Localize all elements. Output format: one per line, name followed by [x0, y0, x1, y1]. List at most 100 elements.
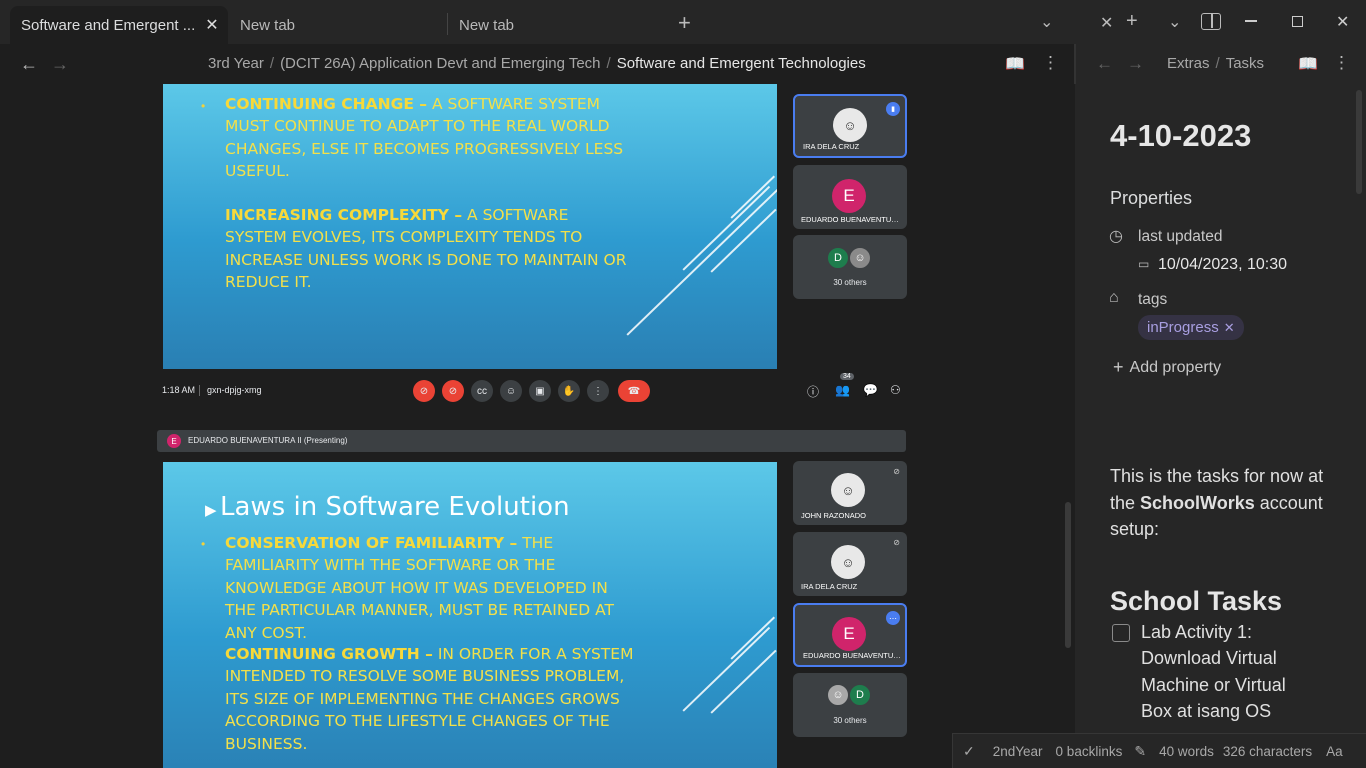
chevron-down-icon[interactable]: ⌄	[1168, 12, 1181, 32]
properties-heading[interactable]: Properties	[1110, 188, 1192, 209]
breadcrumb-item[interactable]: (DCIT 26A) Application Devt and Emerging…	[280, 55, 600, 72]
raise-hand-icon[interactable]: ✋	[558, 380, 580, 402]
breadcrumb-separator: /	[1215, 55, 1220, 72]
new-tab-icon[interactable]: +	[1126, 10, 1138, 33]
people-icon[interactable]: 👥	[835, 383, 850, 397]
status-bar: ✓ 2ndYear 0 backlinks ✎ 40 words 326 cha…	[952, 733, 1366, 768]
breadcrumb-item[interactable]: 3rd Year	[208, 55, 264, 72]
participant-tile[interactable]: ☺ ⊘ JOHN RAZONADO	[793, 461, 907, 525]
forward-arrow-icon[interactable]: →	[51, 54, 69, 75]
participant-tile[interactable]: E EDUARDO BUENAVENTURA	[793, 165, 907, 229]
others-count: 30 others	[833, 278, 867, 287]
participant-tile[interactable]: D ☺ 30 others	[793, 235, 907, 299]
presenter-bar: E EDUARDO BUENAVENTURA II (Presenting)	[157, 430, 906, 452]
tab-label: Software and Emergent ...	[21, 16, 196, 34]
info-icon[interactable]: ⓘ	[807, 383, 819, 400]
participant-tile[interactable]: ☺ D 30 others	[793, 673, 907, 737]
participant-name: IRA DELA CRUZ	[803, 142, 860, 151]
chevron-down-icon[interactable]: ⌄	[1040, 12, 1053, 32]
bullet-icon: •	[201, 99, 206, 113]
breadcrumb-item[interactable]: Tasks	[1226, 55, 1264, 72]
window-close-icon[interactable]: ✕	[1336, 12, 1349, 32]
edit-icon[interactable]: ✎	[1134, 743, 1146, 760]
tab-new-2[interactable]: New tab	[459, 6, 659, 44]
breadcrumb-item[interactable]: Extras	[1167, 55, 1210, 72]
participant-tile[interactable]: ☺ ⊘ IRA DELA CRUZ	[793, 532, 907, 596]
note-paragraph: This is the tasks for now at the SchoolW…	[1110, 463, 1335, 543]
scrollbar[interactable]	[1065, 502, 1071, 648]
speaking-icon: ▮	[886, 102, 900, 116]
tab-software[interactable]: Software and Emergent ... ✕	[10, 6, 228, 44]
breadcrumb-separator: /	[269, 55, 275, 72]
slide-item-heading: CONTINUING GROWTH –	[225, 645, 433, 663]
right-nav-bar: ← → Extras / Tasks 📖 ⋮	[1075, 44, 1366, 84]
avatar: E	[832, 179, 866, 213]
task-text: Lab Activity 1: Download Virtual Machine…	[1141, 622, 1286, 721]
task-checkbox[interactable]	[1112, 624, 1130, 642]
participant-tile[interactable]: ☺ ▮ IRA DELA CRUZ	[793, 94, 907, 158]
breadcrumb: 3rd Year / (DCIT 26A) Application Devt and…	[208, 55, 866, 72]
more-options-icon[interactable]: ⋯	[886, 611, 900, 625]
more-options-icon[interactable]: ⋮	[587, 380, 609, 402]
maximize-icon[interactable]	[1292, 16, 1303, 27]
decorative-line	[710, 208, 777, 273]
font-toggle[interactable]: Aa	[1326, 744, 1343, 759]
slide-item-heading: CONTINUING CHANGE –	[225, 95, 428, 113]
more-options-icon[interactable]: ⋮	[1042, 53, 1059, 73]
slide-text-block: CONSERVATION OF FAMILIARITY – THE FAMILI…	[225, 532, 635, 644]
participant-name: EDUARDO BUENAVENTURA	[801, 215, 901, 224]
emoji-icon[interactable]: ☺	[500, 380, 522, 402]
breadcrumb-current[interactable]: Software and Emergent Technologies	[617, 55, 866, 72]
tag-pill[interactable]: inProgress ✕	[1138, 315, 1244, 340]
back-arrow-icon[interactable]: ←	[20, 54, 38, 75]
sync-check-icon[interactable]: ✓	[963, 743, 975, 760]
note-content: • CONTINUING CHANGE – A SOFTWARE SYSTEM …	[0, 84, 1075, 768]
backlinks-count[interactable]: 0 backlinks	[1056, 744, 1123, 759]
avatar: E	[167, 434, 181, 448]
reading-view-icon[interactable]: 📖	[1005, 54, 1025, 74]
bold-text: SchoolWorks	[1140, 492, 1255, 513]
remove-tag-icon[interactable]: ✕	[1224, 320, 1235, 336]
activities-icon[interactable]: ⚇	[890, 383, 901, 397]
close-icon[interactable]: ✕	[1100, 13, 1113, 33]
add-property-button[interactable]: + Add property	[1113, 357, 1221, 378]
camera-off-icon[interactable]: ⊘	[442, 380, 464, 402]
participant-name: JOHN RAZONADO	[801, 511, 867, 520]
captions-icon[interactable]: cc	[471, 380, 493, 402]
scrollbar[interactable]	[1356, 90, 1362, 194]
participant-tile[interactable]: E ⋯ EDUARDO BUENAVENTURA	[793, 603, 907, 667]
mic-off-icon: ⊘	[893, 467, 900, 476]
chat-icon[interactable]: 💬	[863, 383, 878, 397]
note-title: 4-10-2023	[1110, 118, 1252, 153]
end-call-icon[interactable]: ☎	[618, 380, 650, 402]
property-label[interactable]: tags	[1138, 291, 1167, 309]
avatar: ☺	[831, 545, 865, 579]
others-count: 30 others	[833, 716, 867, 725]
present-icon[interactable]: ▣	[529, 380, 551, 402]
new-tab-icon[interactable]: +	[678, 10, 691, 36]
more-options-icon[interactable]: ⋮	[1333, 53, 1350, 73]
status-tag[interactable]: 2ndYear	[993, 744, 1043, 759]
clock-icon: ◷	[1109, 228, 1123, 245]
property-label[interactable]: last updated	[1138, 228, 1222, 246]
minimize-icon[interactable]	[1245, 20, 1257, 22]
mic-off-icon[interactable]: ⊘	[413, 380, 435, 402]
tab-new-1[interactable]: New tab	[240, 6, 440, 44]
presenter-label: EDUARDO BUENAVENTURA II (Presenting)	[188, 436, 348, 445]
date-value-input[interactable]: 10/04/2023, 10:30	[1158, 256, 1305, 274]
mic-off-icon: ⊘	[893, 538, 900, 547]
back-arrow-icon[interactable]: ←	[1096, 54, 1113, 74]
sidebar-toggle-icon[interactable]	[1201, 13, 1221, 30]
forward-arrow-icon[interactable]: →	[1127, 54, 1144, 74]
slide-title: Laws in Software Evolution	[220, 492, 570, 522]
word-count: 40 words	[1159, 743, 1214, 759]
breadcrumb-separator: /	[606, 55, 611, 72]
participant-name: EDUARDO BUENAVENTURA	[803, 651, 903, 660]
right-pane: 4-10-2023 Properties ◷ last updated ▭ 10…	[1075, 84, 1366, 768]
meet-toolbar: 1:18 AM gxn-dpjg-xmg ⊘ ⊘ cc ☺ ▣ ✋ ⋮ ☎ ⓘ …	[160, 373, 910, 403]
close-icon[interactable]: ✕	[205, 15, 218, 35]
reading-view-icon[interactable]: 📖	[1298, 54, 1318, 74]
section-heading: School Tasks	[1110, 586, 1283, 616]
slide-item-heading: CONSERVATION OF FAMILIARITY –	[225, 534, 518, 552]
toolbar-divider	[199, 385, 200, 396]
